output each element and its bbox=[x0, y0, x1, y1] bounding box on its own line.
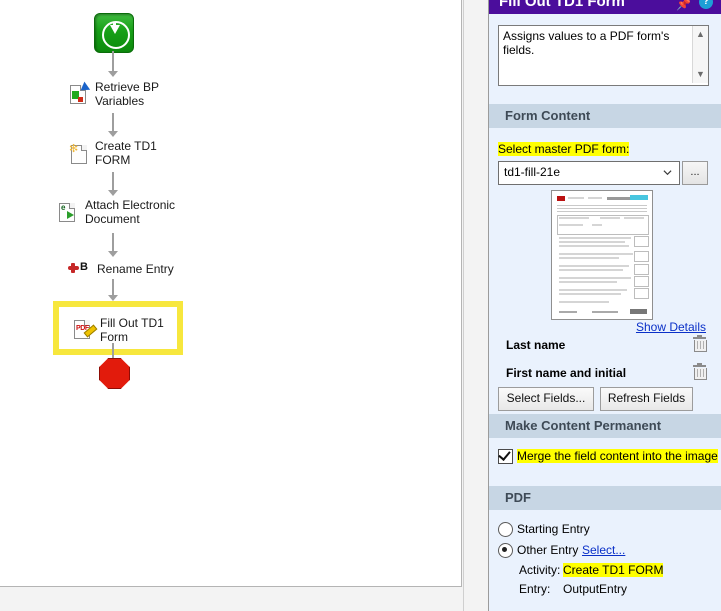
merge-field-content-checkbox[interactable] bbox=[498, 448, 513, 464]
workflow-node-fill-out-td1-form[interactable]: PDF Fill Out TD1 Form bbox=[53, 301, 183, 355]
select-entry-link[interactable]: Select... bbox=[582, 543, 625, 557]
scroll-up-icon[interactable]: ▲ bbox=[696, 30, 705, 39]
workflow-node-label: Attach Electronic Document bbox=[85, 198, 176, 226]
connector-fillout-stop bbox=[112, 343, 114, 360]
panel-title-bar: Fill Out TD1 Form 📌 ? bbox=[489, 0, 721, 14]
entry-value: OutputEntry bbox=[563, 582, 628, 596]
other-entry-radio[interactable] bbox=[498, 543, 513, 558]
field-name: Last name bbox=[506, 338, 566, 352]
section-header-pdf: PDF bbox=[489, 486, 721, 510]
table-row[interactable]: First name and initial bbox=[489, 363, 721, 386]
checkmark-icon bbox=[498, 448, 511, 461]
section-header-label: PDF bbox=[505, 490, 531, 505]
chevron-down-icon bbox=[663, 170, 672, 176]
panel-body: Assigns values to a PDF form's fields. ▲… bbox=[489, 14, 721, 611]
workflow-node-retrieve-bp-variables[interactable]: Retrieve BP Variables bbox=[68, 80, 159, 108]
workflow-canvas[interactable]: Retrieve BP Variables ✻ Create TD1 FORM … bbox=[0, 0, 462, 587]
refresh-fields-button[interactable]: Refresh Fields bbox=[600, 387, 693, 411]
activity-value: Create TD1 FORM bbox=[563, 563, 664, 577]
connector-create-attach bbox=[112, 172, 114, 192]
starting-entry-label: Starting Entry bbox=[517, 522, 590, 536]
create-document-icon: ✻ bbox=[68, 142, 90, 164]
connector-retrieve-create bbox=[112, 113, 114, 133]
other-entry-label: Other Entry bbox=[517, 543, 579, 557]
workflow-node-label: Fill Out TD1 Form bbox=[100, 316, 164, 344]
pdf-fill-form-icon: PDF bbox=[73, 319, 98, 341]
arrowhead-2 bbox=[108, 131, 118, 137]
panel-gutter bbox=[463, 0, 489, 611]
arrowhead-3 bbox=[108, 190, 118, 196]
attach-electronic-document-icon: e bbox=[58, 201, 80, 223]
workflow-node-attach-electronic-document[interactable]: e Attach Electronic Document bbox=[58, 198, 175, 226]
show-details-link[interactable]: Show Details bbox=[636, 320, 706, 334]
properties-panel: Fill Out TD1 Form 📌 ? Assigns values to … bbox=[489, 0, 721, 611]
master-pdf-form-dropdown[interactable]: td1-fill-21e bbox=[498, 161, 680, 185]
master-pdf-form-value: td1-fill-21e bbox=[504, 165, 561, 179]
retrieve-variables-icon bbox=[68, 81, 91, 105]
select-master-pdf-form-label: Select master PDF form: bbox=[498, 142, 630, 156]
section-header-form-content: Form Content bbox=[489, 104, 721, 128]
table-row[interactable]: Last name bbox=[489, 335, 721, 358]
help-icon[interactable]: ? bbox=[699, 0, 713, 9]
field-name: First name and initial bbox=[506, 366, 627, 380]
section-header-label: Form Content bbox=[505, 108, 591, 123]
workflow-canvas-container: Retrieve BP Variables ✻ Create TD1 FORM … bbox=[0, 0, 463, 611]
canvas-bottom-strip bbox=[0, 588, 463, 611]
radio-selected-dot-icon bbox=[502, 547, 507, 552]
connector-attach-rename bbox=[112, 233, 114, 253]
description-textarea[interactable]: Assigns values to a PDF form's fields. ▲… bbox=[498, 25, 709, 86]
workflow-node-content: PDF Fill Out TD1 Form bbox=[73, 316, 164, 344]
pdf-form-thumbnail[interactable] bbox=[551, 190, 653, 320]
entry-label: Entry: bbox=[519, 582, 551, 596]
connector-start-retrieve bbox=[112, 51, 114, 73]
select-fields-button[interactable]: Select Fields... bbox=[498, 387, 594, 411]
start-down-arrow-icon bbox=[110, 25, 120, 34]
workflow-node-stop[interactable] bbox=[99, 358, 130, 389]
section-header-make-content-permanent: Make Content Permanent bbox=[489, 414, 721, 438]
browse-button[interactable]: ... bbox=[682, 161, 708, 185]
section-header-label: Make Content Permanent bbox=[505, 418, 662, 433]
delete-field-icon[interactable] bbox=[693, 335, 707, 352]
merge-field-content-label: Merge the field content into the image bbox=[517, 449, 718, 463]
workflow-node-label: Retrieve BP Variables bbox=[95, 80, 160, 108]
application-window: Retrieve BP Variables ✻ Create TD1 FORM … bbox=[0, 0, 721, 611]
pin-icon[interactable]: 📌 bbox=[676, 0, 691, 11]
workflow-node-start[interactable] bbox=[94, 13, 134, 53]
workflow-node-create-td1-form[interactable]: ✻ Create TD1 FORM bbox=[68, 139, 157, 167]
workflow-node-rename-entry[interactable]: B Rename Entry bbox=[68, 258, 174, 280]
arrowhead-4 bbox=[108, 251, 118, 257]
description-text: Assigns values to a PDF form's fields. bbox=[503, 29, 670, 57]
rename-entry-icon: B bbox=[68, 258, 92, 280]
page-title: Fill Out TD1 Form bbox=[499, 0, 625, 10]
arrowhead-1 bbox=[108, 71, 118, 77]
starting-entry-radio[interactable] bbox=[498, 522, 513, 537]
workflow-node-label: Create TD1 FORM bbox=[95, 139, 157, 167]
workflow-node-label: Rename Entry bbox=[97, 262, 174, 276]
scroll-down-icon[interactable]: ▼ bbox=[696, 70, 705, 79]
delete-field-icon[interactable] bbox=[693, 363, 707, 380]
description-scrollbar[interactable]: ▲ ▼ bbox=[692, 26, 708, 83]
activity-label: Activity: bbox=[519, 563, 561, 577]
